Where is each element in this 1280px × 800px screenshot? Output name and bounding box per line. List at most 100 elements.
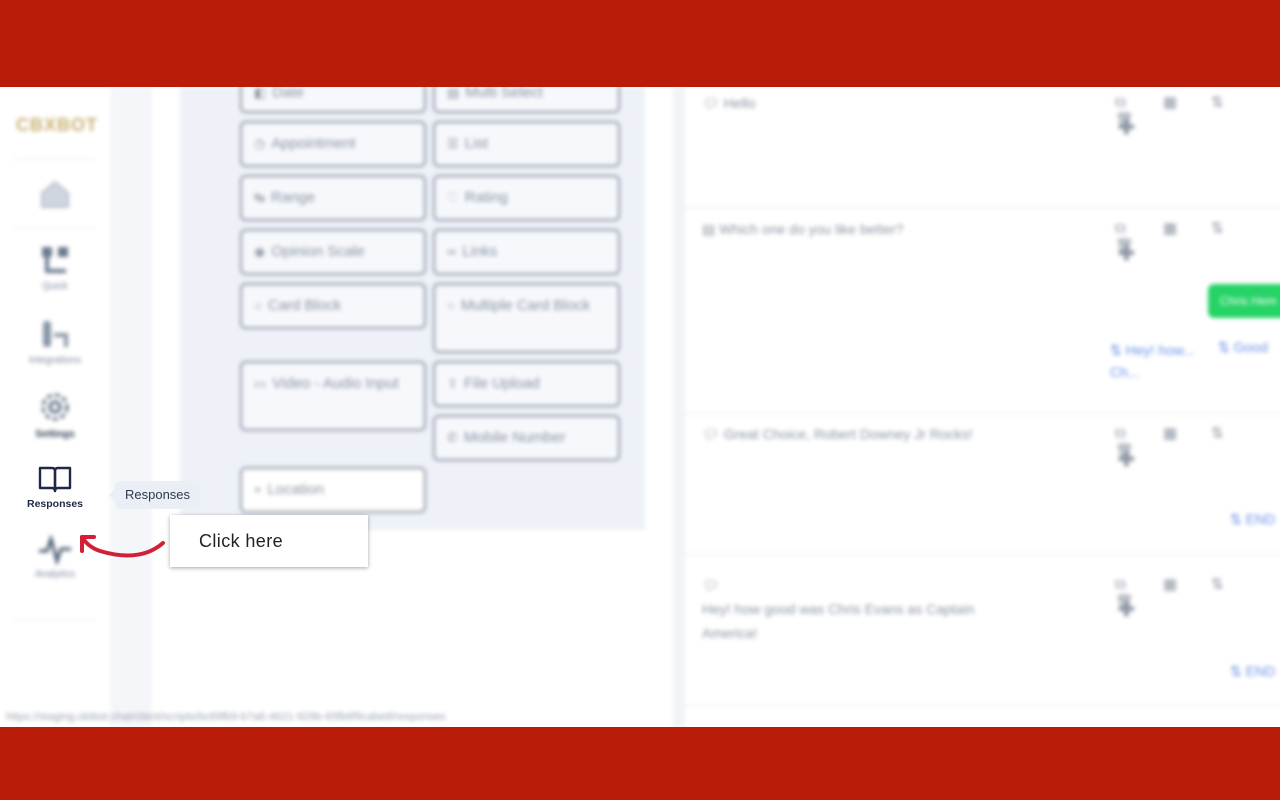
block-label: Video - Audio Input <box>272 375 399 392</box>
chat-icon: 💬︎ <box>702 95 724 111</box>
block-label: Appointment <box>271 135 356 152</box>
block-label: Location <box>267 481 325 498</box>
add-icon[interactable]: ✚ <box>1118 115 1135 140</box>
screenshot-area: CBXBOT Quick Integrations Settings Analy… <box>0 87 1280 727</box>
chat-icon: 💬︎ <box>702 577 720 593</box>
add-icon[interactable]: ✚ <box>1118 597 1135 622</box>
branch-icon[interactable]: ⇅ <box>1211 93 1259 111</box>
status-url: https://staging.obibot.chat/client/scrip… <box>6 711 446 723</box>
sidebar-divider <box>14 619 96 620</box>
node-actions: ⧉ ▦ ⇅🗑︎ <box>1115 575 1280 611</box>
branch-icon: ⇅ <box>1110 342 1126 358</box>
canvas-divider <box>673 87 685 727</box>
block-label: List <box>464 135 488 152</box>
sidebar-item-label: Quick <box>42 281 68 292</box>
node-actions: ⧉ ▦ ⇅🗑︎ <box>1115 93 1280 129</box>
block-card[interactable]: ○ Card Block <box>240 283 426 329</box>
tooltip: Responses <box>108 481 201 509</box>
link-icon: ∞ <box>447 244 457 259</box>
video-icon: ▭ <box>254 376 267 391</box>
node-actions: ⧉ ▦ ⇅🗑︎ <box>1115 424 1280 460</box>
upload-icon: ⇪ <box>447 376 458 391</box>
block-label: Card Block <box>267 297 342 314</box>
branch-link[interactable]: ⇅ END <box>1230 511 1275 528</box>
branch-icon[interactable]: ⇅ <box>1211 219 1259 237</box>
block-multiple-card[interactable]: ○ Multiple Card Block <box>433 283 620 353</box>
edit-icon[interactable]: ▦ <box>1163 424 1211 442</box>
link-text: END <box>1245 663 1276 679</box>
copy-icon[interactable]: ⧉ <box>1115 425 1163 442</box>
branch-icon[interactable]: ⇅ <box>1211 575 1259 593</box>
flow-message: 💬︎ Hey! how good was Chris Evans as Capta… <box>702 573 1032 645</box>
branch-icon: ⇅ <box>1230 511 1246 527</box>
message-text: Hello <box>723 95 756 111</box>
flow-icon <box>42 247 68 273</box>
option-button[interactable]: Chris Hem <box>1208 284 1280 318</box>
sidebar-item-label: Integrations <box>28 355 82 366</box>
block-label: Links <box>462 243 498 260</box>
block-palette: ◧ Date ▤ Multi Select ◷ Appointment ☰ List ↹… <box>180 87 645 530</box>
sidebar-item-home[interactable] <box>0 177 110 211</box>
clock-icon: ◷ <box>254 136 266 151</box>
multi-select-icon: ▤ <box>447 87 460 100</box>
home-icon <box>41 180 69 208</box>
block-label: Multi Select <box>465 87 543 101</box>
branch-icon: ⇅ <box>1230 663 1246 679</box>
node-actions: ⧉ ▦ ⇅🗑︎ <box>1115 219 1280 255</box>
message-text: Great Choice, Robert Downey Jr Rocks! <box>723 426 973 442</box>
branch-icon: ⇅ <box>1218 339 1234 355</box>
app-background-blurred: CBXBOT Quick Integrations Settings Analy… <box>0 87 1280 727</box>
sidebar-item-label: Responses <box>26 498 84 510</box>
add-icon[interactable]: ✚ <box>1118 241 1135 266</box>
block-appointment[interactable]: ◷ Appointment <box>240 121 426 167</box>
message-text: Hey! how good was Chris Evans as Captain… <box>702 601 975 641</box>
sidebar-item-label: Analytics <box>34 569 75 580</box>
edit-icon[interactable]: ▦ <box>1163 575 1211 593</box>
block-location[interactable]: ⌖ Location <box>240 467 426 513</box>
copy-icon[interactable]: ⧉ <box>1115 576 1163 593</box>
secondary-strip <box>110 87 152 727</box>
block-label: Mobile Number <box>463 429 566 446</box>
sidebar-item-integrations[interactable]: Integrations <box>0 317 110 366</box>
link-text: END <box>1245 511 1276 527</box>
scale-icon: ◉ <box>254 244 266 259</box>
sidebar: CBXBOT Quick Integrations Settings Analy… <box>0 87 111 727</box>
block-file-upload[interactable]: ⇪ File Upload <box>433 361 620 407</box>
block-opinion-scale[interactable]: ◉ Opinion Scale <box>240 229 426 275</box>
copy-icon[interactable]: ⧉ <box>1115 220 1163 237</box>
click-here-callout: Click here <box>170 515 368 567</box>
branch-link[interactable]: ⇅ Good <box>1218 339 1268 356</box>
branch-link[interactable]: ⇅ END <box>1230 663 1275 680</box>
edit-icon[interactable]: ▦ <box>1163 93 1211 111</box>
sidebar-item-quick[interactable]: Quick <box>0 243 110 292</box>
phone-icon: ✆ <box>447 430 458 445</box>
block-range[interactable]: ↹ Range <box>240 175 426 221</box>
sidebar-item-label: Settings <box>35 429 75 440</box>
rating-icon: ♡ <box>447 190 459 205</box>
bottom-frame-band <box>0 727 1280 800</box>
add-icon[interactable]: ✚ <box>1118 447 1135 472</box>
flow-message: ▤ Which one do you like better? <box>702 217 1032 241</box>
block-video-audio[interactable]: ▭ Video - Audio Input <box>240 361 426 431</box>
block-label: Opinion Scale <box>271 243 365 260</box>
block-links[interactable]: ∞ Links <box>433 229 620 275</box>
block-label: Range <box>270 189 316 206</box>
block-list[interactable]: ☰ List <box>433 121 620 167</box>
message-text: Which one do you like better? <box>719 221 904 237</box>
list-icon: ☰ <box>447 136 459 151</box>
sidebar-item-responses[interactable]: Responses <box>0 464 110 510</box>
branch-link[interactable]: ⇅ Hey! how... Ch... <box>1110 339 1220 383</box>
chat-icon: 💬︎ <box>702 426 724 442</box>
sidebar-item-settings[interactable]: Settings <box>0 389 110 440</box>
block-date[interactable]: ◧ Date <box>240 87 426 113</box>
copy-icon[interactable]: ⧉ <box>1115 94 1163 111</box>
block-rating[interactable]: ♡ Rating <box>433 175 620 221</box>
app-logo: CBXBOT <box>16 115 98 135</box>
block-mobile-number[interactable]: ✆ Mobile Number <box>433 415 620 461</box>
curved-arrow-icon <box>80 535 165 558</box>
block-label: File Upload <box>463 375 540 392</box>
edit-icon[interactable]: ▦ <box>1163 219 1211 237</box>
branch-icon[interactable]: ⇅ <box>1211 424 1259 442</box>
integrations-icon <box>43 321 68 347</box>
block-multi-select[interactable]: ▤ Multi Select <box>433 87 620 113</box>
